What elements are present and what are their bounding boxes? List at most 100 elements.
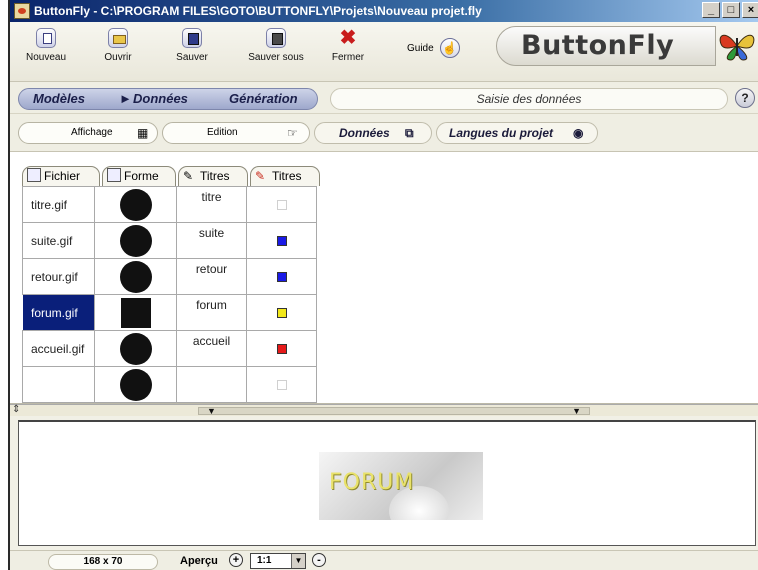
- close-x-icon: ✖: [339, 27, 357, 49]
- hand-pointer-icon: ☝: [439, 38, 460, 58]
- tab-titres-color[interactable]: ✎ Titres: [250, 166, 320, 186]
- brand-logo: ButtonFly: [496, 26, 716, 66]
- color-swatch: [276, 343, 287, 354]
- table-row[interactable]: retour.gif retour: [22, 258, 317, 295]
- scroll-left-arrow-icon[interactable]: ▼: [207, 406, 216, 416]
- maximize-button[interactable]: □: [722, 2, 740, 18]
- affichage-dropdown[interactable]: Affichage ▦: [18, 122, 158, 144]
- horizontal-scrollbar[interactable]: ▼ ▼: [198, 406, 590, 416]
- title-cell[interactable]: forum: [176, 294, 247, 331]
- chevron-down-icon[interactable]: ▼: [291, 554, 305, 568]
- zoom-value: 1:1: [257, 555, 272, 566]
- tab-titres-color-label: Titres: [272, 169, 302, 183]
- splitter-handle-icon[interactable]: ⇕: [12, 404, 20, 415]
- main-toolbar: Nouveau Ouvrir Sauver Sauver sous ✖ Ferm…: [10, 22, 758, 82]
- title-cell[interactable]: accueil: [176, 330, 247, 367]
- shape-icon: [107, 168, 121, 182]
- tab-titres[interactable]: ✎ Titres: [178, 166, 248, 186]
- table-row-selected[interactable]: forum.gif forum: [22, 294, 317, 331]
- save-label: Sauver: [176, 52, 208, 63]
- table-row[interactable]: suite.gif suite: [22, 222, 317, 259]
- tab-titres-label: Titres: [200, 169, 230, 183]
- buttonfly-app-icon: [14, 3, 30, 19]
- title-cell[interactable]: titre: [176, 186, 247, 223]
- langues-tab-label: Langues du projet: [449, 126, 554, 140]
- shape-cell[interactable]: [94, 330, 177, 367]
- shape-cell[interactable]: [94, 258, 177, 295]
- circle-shape-icon: [119, 332, 152, 365]
- save-as-button[interactable]: Sauver sous: [240, 28, 312, 63]
- color-cell[interactable]: [246, 366, 317, 403]
- close-window-button[interactable]: ×: [742, 2, 758, 18]
- tab-fichier-label: Fichier: [44, 169, 81, 183]
- help-button[interactable]: ?: [735, 88, 755, 108]
- color-swatch: [276, 235, 287, 246]
- close-project-button[interactable]: ✖ Fermer: [318, 28, 378, 63]
- shape-cell[interactable]: [94, 294, 177, 331]
- circle-shape-icon: [119, 188, 152, 221]
- affichage-label: Affichage: [71, 127, 113, 138]
- donnees-tab-label: Données: [339, 126, 390, 140]
- step-generation[interactable]: Génération: [229, 91, 298, 106]
- color-swatch: [276, 379, 287, 390]
- zoom-in-button[interactable]: +: [229, 553, 243, 567]
- apercu-label: Aperçu: [180, 555, 218, 567]
- close-label: Fermer: [331, 52, 365, 63]
- scroll-right-arrow-icon[interactable]: ▼: [572, 406, 581, 416]
- color-cell[interactable]: [246, 222, 317, 259]
- table-row[interactable]: titre.gif titre: [22, 186, 317, 223]
- edition-label: Edition: [207, 127, 238, 138]
- guide-button[interactable]: Guide ☝: [407, 38, 460, 58]
- table-row[interactable]: [22, 366, 317, 403]
- brush-icon: ✎: [255, 169, 266, 183]
- tab-fichier[interactable]: Fichier: [22, 166, 100, 186]
- color-cell[interactable]: [246, 258, 317, 295]
- circle-shape-icon: [119, 260, 152, 293]
- langues-tab[interactable]: Langues du projet ◉: [436, 122, 598, 144]
- file-icon: [27, 168, 41, 182]
- pen-icon: ✎: [183, 169, 194, 183]
- step-donnees[interactable]: Données: [133, 91, 188, 106]
- shape-cell[interactable]: [94, 222, 177, 259]
- save-button[interactable]: Sauver: [162, 28, 222, 63]
- buttons-table: titre.gif titre suite.gif suite retour.g…: [22, 186, 317, 403]
- color-swatch: [276, 199, 287, 210]
- file-cell[interactable]: retour.gif: [22, 258, 95, 295]
- new-document-icon: [36, 28, 56, 48]
- shape-cell[interactable]: [94, 186, 177, 223]
- tab-forme[interactable]: Forme: [102, 166, 176, 186]
- new-button[interactable]: Nouveau: [16, 28, 76, 63]
- title-cell[interactable]: [176, 366, 247, 403]
- preview-image-text: FORUM: [329, 470, 415, 495]
- tab-forme-label: Forme: [124, 169, 159, 183]
- donnees-tab[interactable]: Données ⧉: [314, 122, 432, 144]
- title-bar[interactable]: ButtonFly - C:\PROGRAM FILES\GOTO\BUTTON…: [10, 0, 758, 22]
- minimize-button[interactable]: _: [702, 2, 720, 18]
- shape-cell[interactable]: [94, 366, 177, 403]
- file-cell[interactable]: suite.gif: [22, 222, 95, 259]
- title-cell[interactable]: suite: [176, 222, 247, 259]
- file-cell[interactable]: [22, 366, 95, 403]
- table-row[interactable]: accueil.gif accueil: [22, 330, 317, 367]
- window-title: ButtonFly - C:\PROGRAM FILES\GOTO\BUTTON…: [34, 4, 482, 18]
- window-controls: _ □ ×: [700, 2, 758, 18]
- zoom-out-button[interactable]: -: [312, 553, 326, 567]
- new-label: Nouveau: [25, 52, 67, 63]
- status-bar: 168 x 70 Aperçu + 1:1 ▼ -: [10, 550, 758, 570]
- color-swatch: [276, 307, 287, 318]
- file-cell[interactable]: forum.gif: [22, 294, 95, 331]
- edition-dropdown[interactable]: Edition ☞: [162, 122, 310, 144]
- title-cell[interactable]: retour: [176, 258, 247, 295]
- color-swatch: [276, 271, 287, 282]
- file-cell[interactable]: titre.gif: [22, 186, 95, 223]
- save-disk-icon: [182, 28, 202, 48]
- step-modeles[interactable]: Modèles: [33, 91, 85, 106]
- splitter-bar[interactable]: ⇕ ▼ ▼: [10, 404, 758, 416]
- color-cell[interactable]: [246, 330, 317, 367]
- color-cell[interactable]: [246, 294, 317, 331]
- color-cell[interactable]: [246, 186, 317, 223]
- data-grid-area: Fichier Forme ✎ Titres ✎ Titres titre.gif …: [10, 152, 758, 404]
- open-button[interactable]: Ouvrir: [88, 28, 148, 63]
- file-cell[interactable]: accueil.gif: [22, 330, 95, 367]
- zoom-select[interactable]: 1:1 ▼: [250, 553, 306, 569]
